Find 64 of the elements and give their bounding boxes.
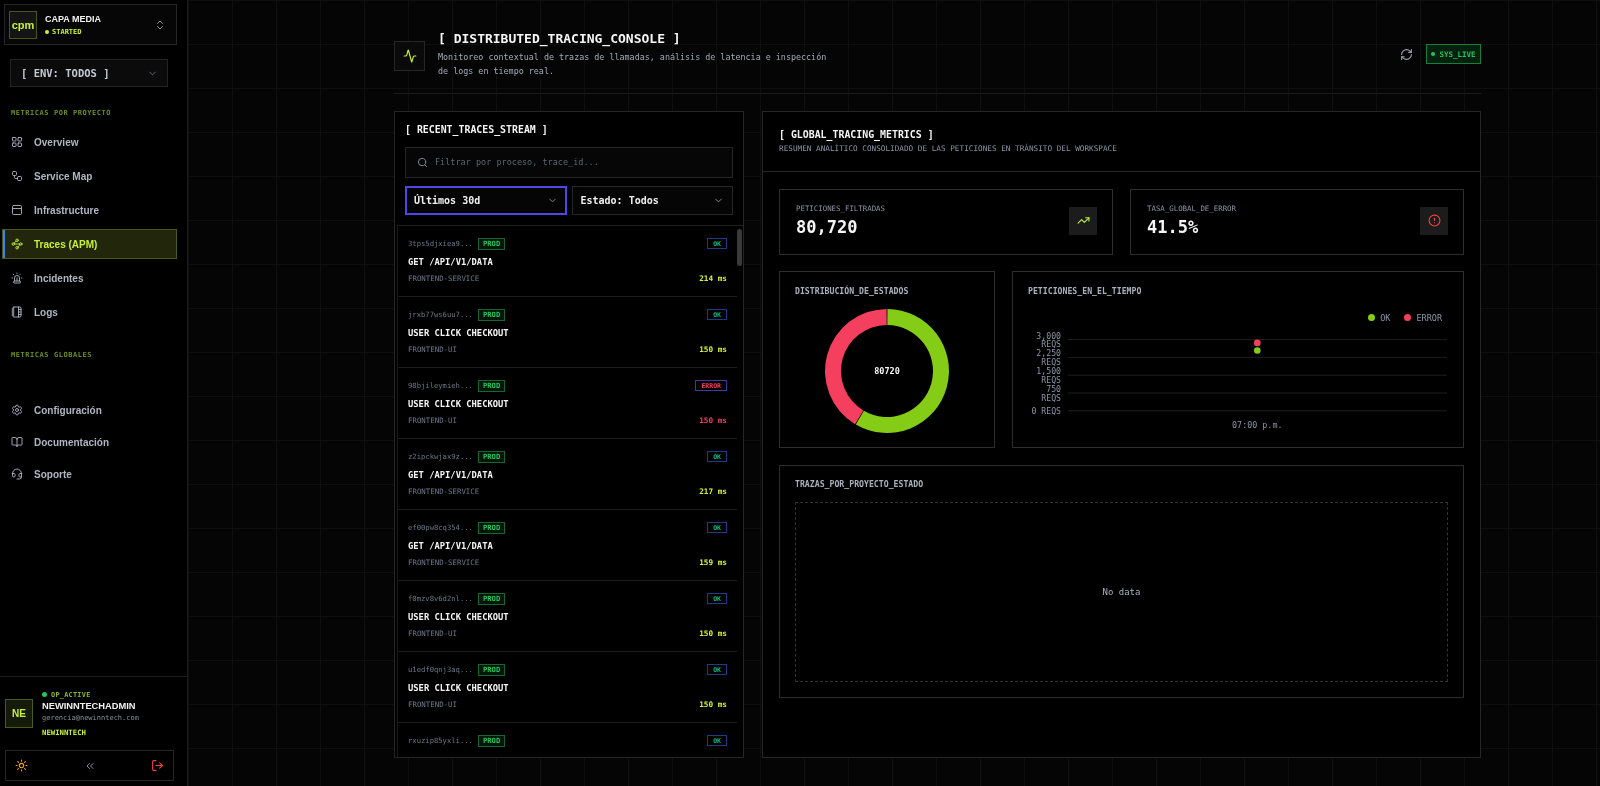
sun-icon[interactable] — [15, 759, 28, 772]
notebook-icon — [11, 306, 23, 318]
axis-tick-label: 1,500 REQS — [1036, 366, 1061, 385]
nodes-icon — [11, 238, 23, 250]
filter-select[interactable]: Últimos 30d — [405, 185, 567, 215]
chart-title: DISTRIBUCIÓN_DE_ESTADOS — [795, 285, 910, 296]
panel-icon — [11, 204, 23, 216]
search-field[interactable]: Filtrar por proceso, trace_id... — [405, 146, 733, 178]
axis-tick-label: 3,000 REQS — [1036, 330, 1061, 349]
workspace-name: CAPA MEDIA — [45, 13, 102, 25]
nav-item[interactable]: Logs — [2, 297, 177, 327]
axis-tick-label: 750 REQS — [1041, 383, 1061, 403]
donut-center-label: 80720 — [874, 365, 900, 376]
stat-value: 41.5% — [1147, 217, 1200, 238]
axis-tick-label: 2,250 REQS — [1036, 348, 1061, 367]
scrollbar-thumb[interactable] — [737, 228, 742, 266]
axis-tick-label: 07:00 p.m. — [1232, 419, 1283, 430]
page-description: Monitoreo contextual de trazas de llamadas, análisis de latencia e inspección de logs en tiempo real. — [438, 50, 828, 79]
status-dot-icon — [1431, 52, 1436, 56]
trace-name: GET /API/V1/DATA — [408, 539, 493, 552]
settings-icon — [11, 404, 23, 416]
filter-select[interactable]: Estado: Todos — [571, 185, 733, 215]
siren-icon — [11, 272, 23, 284]
trace-name: GET /API/V1/DATA — [408, 255, 493, 268]
grid-icon — [11, 136, 23, 148]
nav-item[interactable]: Documentación — [2, 426, 177, 458]
chart-title: PETICIONES_EN_EL_TIEMPO — [1028, 285, 1143, 296]
trace-name: USER CLICK CHECKOUT — [408, 397, 509, 410]
nav-item[interactable]: Service Map — [2, 161, 177, 191]
status-dot-icon — [45, 29, 49, 34]
panel-title: [ GLOBAL_TRACING_METRICS ] — [779, 129, 935, 140]
legend-label: ERROR — [1416, 312, 1442, 323]
nav-item[interactable]: Incidentes — [2, 263, 177, 293]
nav-item[interactable]: Traces (APM) — [2, 229, 177, 259]
logout-icon[interactable] — [151, 759, 164, 772]
env-select[interactable]: [ ENV: TODOS ] — [10, 59, 168, 87]
trace-name: USER CLICK CHECKOUT — [408, 681, 509, 694]
user-avatar: NE — [5, 699, 33, 729]
trace-name: GET /API/V1/DATA — [408, 468, 493, 481]
nav-item[interactable]: Overview — [2, 127, 177, 157]
pulse-icon — [394, 41, 425, 71]
nav-item[interactable]: Configuración — [2, 394, 177, 426]
user-name: NEWINNTECHADMIN — [42, 701, 137, 712]
axis-tick-label: 0 REQS — [1031, 405, 1061, 416]
trend-up-icon — [1069, 206, 1097, 235]
alert-icon — [1420, 206, 1448, 235]
book-icon — [11, 436, 23, 448]
chevrons-up-down-icon — [154, 18, 166, 31]
workspace-logo: cpm — [9, 10, 37, 39]
chart-title: TRAZAS_POR_PROYECTO_ESTADO — [795, 478, 925, 489]
refresh-icon[interactable] — [1400, 47, 1413, 61]
stat-value: 80,720 — [796, 217, 859, 238]
nav-item[interactable]: Infrastructure — [2, 195, 177, 225]
trace-name: USER CLICK CHECKOUT — [408, 610, 509, 623]
panel-title: [ RECENT_TRACES_STREAM ] — [405, 124, 549, 135]
legend-label: OK — [1380, 312, 1391, 323]
empty-state-text: No data — [1102, 586, 1141, 597]
nav-item[interactable]: Soporte — [2, 458, 177, 490]
page-title: [ DISTRIBUTED_TRACING_CONSOLE ] — [438, 31, 682, 46]
headset-icon — [11, 468, 23, 480]
status-dot-icon — [42, 692, 47, 697]
search-icon — [417, 156, 428, 168]
trace-name: USER CLICK CHECKOUT — [408, 326, 509, 339]
workflow-icon — [11, 170, 23, 182]
